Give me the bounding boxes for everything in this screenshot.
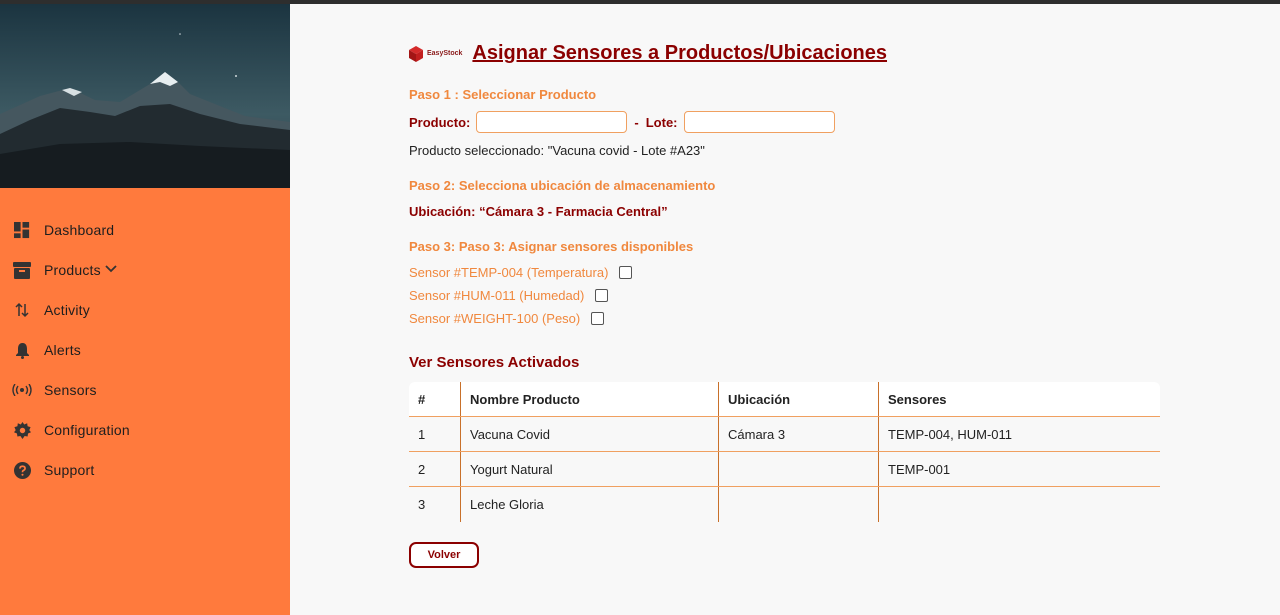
main-content: EasyStock Asignar Sensores a Productos/U… (290, 4, 1280, 615)
sensor-label: Sensor #HUM-011 (Humedad) (409, 288, 585, 303)
table-cell: Cámara 3 (719, 417, 879, 451)
selected-product-text: Producto seleccionado: "Vacuna covid - L… (409, 143, 705, 158)
help-icon (12, 460, 32, 480)
swap-vertical-icon (12, 300, 32, 320)
lote-input[interactable] (683, 111, 835, 133)
sensor-option: Sensor #HUM-011 (Humedad) (409, 288, 609, 303)
sidebar-item-label: Dashboard (44, 222, 115, 238)
sidebar-item-configuration[interactable]: Configuration (0, 410, 290, 450)
archive-icon (12, 260, 32, 280)
back-button[interactable]: Volver (409, 542, 479, 568)
sidebar-item-support[interactable]: Support (0, 450, 290, 490)
table-header-row: # Nombre Producto Ubicación Sensores (409, 382, 1160, 417)
active-sensors-table: # Nombre Producto Ubicación Sensores 1 V… (409, 382, 1160, 522)
table-header-cell: Sensores (888, 391, 947, 407)
table-header-cell: # (409, 382, 461, 416)
table-row: 1 Vacuna Covid Cámara 3 TEMP-004, HUM-01… (409, 417, 1160, 452)
table-cell: 2 (409, 452, 461, 486)
table-cell: Vacuna Covid (461, 417, 719, 451)
step2-title: Paso 2: Selecciona ubicación de almacena… (409, 178, 716, 193)
sidebar-item-label: Alerts (44, 342, 81, 358)
table-cell: 3 (409, 487, 461, 522)
step3-title: Paso 3: Paso 3: Asignar sensores disponi… (409, 239, 694, 254)
table-cell: Leche Gloria (461, 487, 719, 522)
sensor-label: Sensor #TEMP-004 (Temperatura) (409, 265, 609, 280)
chevron-down-icon[interactable] (105, 258, 117, 277)
sidebar: Dashboard Products Activity Alerts Senso… (0, 4, 290, 615)
sidebar-item-sensors[interactable]: Sensors (0, 370, 290, 410)
table-row: 2 Yogurt Natural TEMP-001 (409, 452, 1160, 487)
sensor-checkbox[interactable] (619, 266, 633, 279)
sidebar-item-label: Sensors (44, 382, 97, 398)
table-cell: Yogurt Natural (461, 452, 719, 486)
table-cell (719, 452, 879, 486)
table-cell: 1 (409, 417, 461, 451)
sidebar-item-label: Support (44, 462, 95, 478)
page-header: EasyStock Asignar Sensores a Productos/U… (409, 42, 887, 65)
sensor-checkbox[interactable] (595, 289, 609, 302)
sidebar-item-label: Activity (44, 302, 90, 318)
logo-text: EasyStock (427, 50, 463, 57)
sensor-option: Sensor #TEMP-004 (Temperatura) (409, 265, 633, 280)
product-label: Producto: (409, 114, 471, 130)
sidebar-item-label: Configuration (44, 422, 130, 438)
table-row: 3 Leche Gloria (409, 487, 1160, 522)
product-input[interactable] (476, 111, 628, 133)
active-sensors-title: Ver Sensores Activados (409, 354, 580, 371)
gear-icon (12, 420, 32, 440)
table-cell (879, 487, 1160, 522)
sidebar-item-products[interactable]: Products (0, 250, 290, 290)
sidebar-item-dashboard[interactable]: Dashboard (0, 210, 290, 250)
table-header-cell: Ubicación (719, 382, 879, 416)
bell-icon (12, 340, 32, 360)
table-header-cell: Nombre Producto (461, 382, 719, 416)
dashboard-icon (12, 220, 32, 240)
easystock-logo: EasyStock (409, 45, 463, 62)
sidebar-item-activity[interactable]: Activity (0, 290, 290, 330)
sensor-option: Sensor #WEIGHT-100 (Peso) (409, 311, 605, 326)
table-cell: TEMP-001 (888, 461, 951, 477)
sensor-checkbox[interactable] (591, 312, 605, 325)
step1-title: Paso 1 : Seleccionar Producto (409, 87, 597, 102)
lote-label: Lote: (645, 114, 678, 130)
product-lote-row: Producto: - Lote: (409, 111, 835, 133)
separator: - (634, 114, 639, 130)
table-cell: TEMP-004, HUM-011 (888, 426, 1013, 442)
sensor-label: Sensor #WEIGHT-100 (Peso) (409, 311, 581, 326)
mountain-banner-image (0, 4, 290, 188)
sensors-icon (12, 380, 32, 400)
page-title: Asignar Sensores a Productos/Ubicaciones (472, 42, 888, 64)
location-text: Ubicación: “Cámara 3 - Farmacia Central” (409, 204, 668, 219)
table-cell (719, 487, 879, 522)
sidebar-item-label: Products (44, 262, 101, 278)
sidebar-nav: Dashboard Products Activity Alerts Senso… (0, 210, 290, 490)
sidebar-item-alerts[interactable]: Alerts (0, 330, 290, 370)
